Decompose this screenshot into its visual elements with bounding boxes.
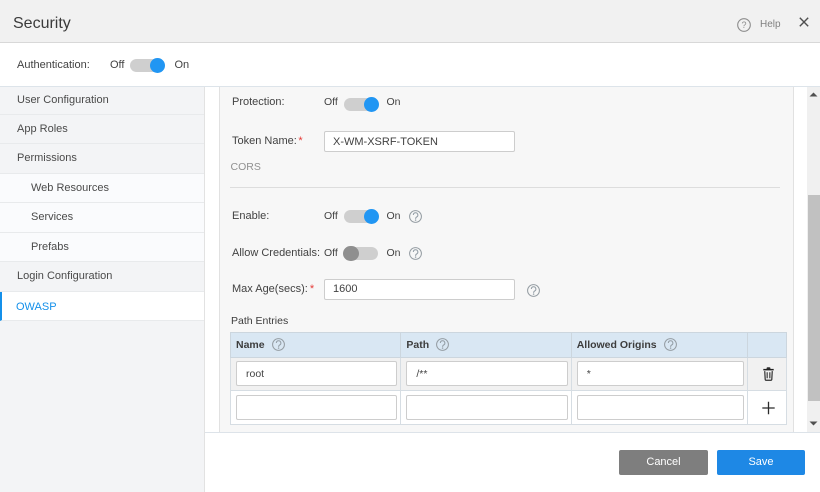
svg-text:?: ? (741, 20, 746, 30)
